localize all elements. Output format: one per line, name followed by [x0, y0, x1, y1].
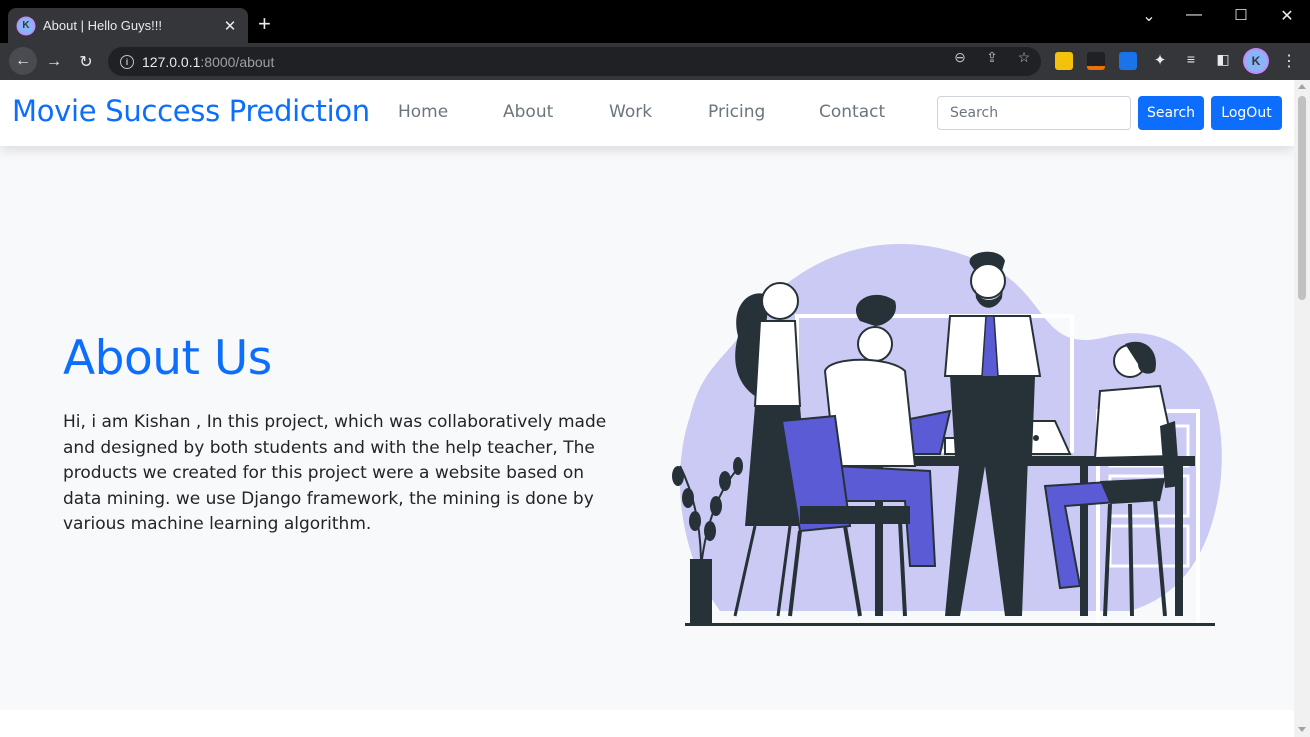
scroll-down-icon[interactable] [1298, 727, 1306, 732]
extension-s-icon[interactable] [1119, 52, 1137, 70]
nav-contact[interactable]: Contact [819, 102, 885, 122]
maximize-icon[interactable]: ☐ [1231, 6, 1251, 24]
about-description: Hi, i am Kishan , In this project, which… [63, 412, 607, 534]
nav-work[interactable]: Work [609, 102, 652, 122]
new-tab-icon[interactable]: + [258, 13, 271, 35]
reload-icon[interactable]: ↻ [74, 50, 98, 74]
back-icon[interactable]: ← [9, 47, 37, 75]
about-hero: About Us Hi, i am Kishan , In this proje… [0, 146, 1294, 710]
browser-tabstrip: K About | Hello Guys!!! ✕ + ⌄ — ☐ ✕ [0, 0, 1310, 43]
nav-home[interactable]: Home [398, 102, 448, 122]
site-favicon-icon: K [18, 17, 34, 34]
side-panel-icon[interactable]: ◧ [1214, 51, 1232, 68]
zoom-icon[interactable]: ⊖ [951, 49, 969, 66]
tab-title: About | Hello Guys!!! [43, 18, 162, 33]
bookmark-star-icon[interactable]: ☆ [1015, 49, 1033, 66]
site-navbar: Movie Success Prediction Home About Work… [0, 80, 1294, 146]
minimize-icon[interactable]: — [1184, 6, 1204, 24]
browser-toolbar: ← → ↻ i 127.0.0.1:8000/about ⊖ ⇪ ☆ ✦ ≡ ◧… [0, 43, 1310, 80]
logout-button[interactable]: LogOut [1211, 96, 1282, 130]
forward-icon[interactable]: → [42, 50, 66, 74]
page-title: About Us [63, 331, 272, 386]
extensions-puzzle-icon[interactable]: ✦ [1151, 51, 1169, 69]
close-window-icon[interactable]: ✕ [1277, 6, 1297, 26]
site-info-icon[interactable]: i [120, 54, 134, 69]
scroll-up-icon[interactable] [1298, 84, 1306, 89]
profile-avatar[interactable]: K [1245, 50, 1267, 72]
url-path: :8000/about [200, 53, 275, 70]
browser-menu-icon[interactable]: ⋮ [1280, 51, 1298, 71]
reading-list-icon[interactable]: ≡ [1182, 51, 1200, 67]
tab-search-icon[interactable]: ⌄ [1139, 6, 1159, 26]
share-icon[interactable]: ⇪ [983, 49, 1001, 66]
nav-pricing[interactable]: Pricing [708, 102, 765, 122]
url-host: 127.0.0.1 [142, 53, 201, 70]
brand-logo[interactable]: Movie Success Prediction [12, 94, 370, 128]
extension-yellow-icon[interactable] [1055, 52, 1073, 70]
scrollbar-thumb[interactable] [1298, 96, 1306, 300]
page-scrollbar[interactable] [1294, 80, 1310, 737]
address-bar[interactable]: i 127.0.0.1:8000/about [108, 47, 1041, 76]
extension-dark-icon[interactable] [1087, 52, 1105, 70]
search-input[interactable] [937, 96, 1131, 130]
close-tab-icon[interactable]: ✕ [222, 17, 238, 35]
team-meeting-illustration [672, 243, 1222, 626]
nav-about[interactable]: About [503, 102, 553, 122]
browser-tab[interactable]: K About | Hello Guys!!! ✕ [8, 8, 248, 43]
page-viewport: Movie Success Prediction Home About Work… [0, 80, 1294, 737]
search-button[interactable]: Search [1138, 96, 1204, 130]
